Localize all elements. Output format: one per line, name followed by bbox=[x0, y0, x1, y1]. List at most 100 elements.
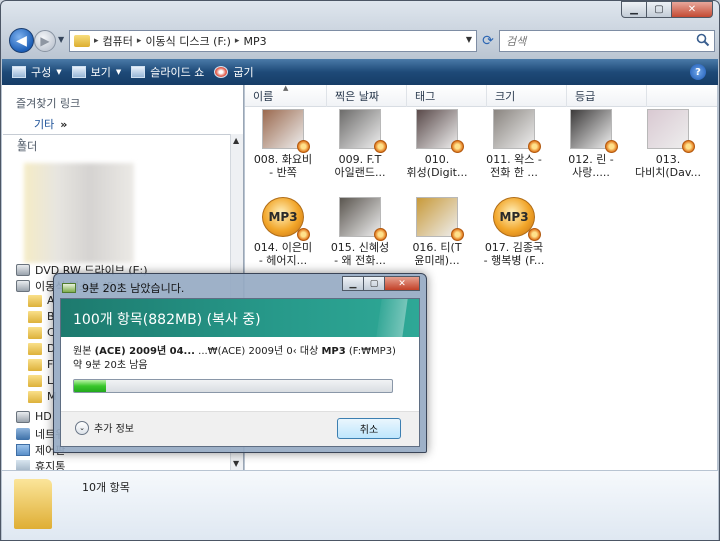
command-bar: 구성 ▼ 보기 ▼ 슬라이드 쇼 굽기 ? bbox=[2, 59, 718, 85]
dvd-drive-icon bbox=[16, 264, 30, 276]
forward-button[interactable]: ▶ bbox=[34, 30, 56, 52]
file-thumbnail bbox=[416, 197, 464, 241]
more-info-toggle[interactable]: ⌄ 추가 정보 bbox=[75, 420, 134, 435]
tree-item-folder[interactable]: F bbox=[28, 358, 53, 371]
window-caption-buttons: ▁ ▢ ✕ bbox=[621, 1, 713, 18]
copy-progress-bar bbox=[73, 379, 393, 393]
breadcrumb-mp3[interactable]: MP3 bbox=[243, 35, 266, 48]
column-header-label: 태그 bbox=[415, 90, 436, 103]
file-item[interactable]: 015. 신혜성 - 왜 전화... bbox=[322, 197, 398, 267]
refresh-button[interactable]: ⟳ bbox=[479, 30, 497, 52]
dialog-maximize-button[interactable]: ▢ bbox=[363, 276, 385, 291]
column-header-date-taken[interactable]: 찍은 날짜 bbox=[327, 85, 407, 107]
minimize-button[interactable]: ▁ bbox=[621, 1, 647, 18]
media-player-badge-icon bbox=[605, 140, 618, 153]
close-button[interactable]: ✕ bbox=[671, 1, 713, 18]
copy-details: 원본 (ACE) 2009년 04... ...₩(ACE) 2009년 0‹ … bbox=[73, 345, 413, 373]
address-dropdown[interactable]: ▼ bbox=[466, 35, 472, 44]
favorite-links-title: 즐겨찾기 링크 bbox=[16, 97, 81, 110]
media-player-badge-icon bbox=[374, 140, 387, 153]
file-item[interactable]: 010. 휘성(Digit... bbox=[399, 109, 475, 179]
file-name-line: 010. bbox=[424, 153, 450, 166]
favorites-more-label: 기타 bbox=[34, 118, 55, 131]
file-name-line: 014. 이은미 bbox=[253, 241, 313, 254]
folder-icon bbox=[28, 358, 42, 371]
details-pane: 10개 항목 bbox=[2, 470, 718, 540]
folders-header[interactable]: 폴더 ⌃ bbox=[3, 134, 243, 156]
favorites-more-link[interactable]: 기타 » bbox=[34, 116, 67, 132]
column-header-label: 등급 bbox=[575, 90, 596, 103]
copy-path: ...₩(ACE) 2009년 0‹ 대상 bbox=[198, 346, 319, 357]
folder-icon bbox=[14, 479, 52, 529]
breadcrumb-separator[interactable]: ▸ bbox=[235, 36, 240, 46]
back-button[interactable]: ◀ bbox=[9, 28, 34, 53]
dialog-header: 100개 항목(882MB) (복사 중) bbox=[61, 299, 419, 337]
tree-item-drive[interactable]: HD bbox=[16, 410, 52, 423]
file-thumbnail bbox=[339, 197, 387, 241]
breadcrumb-separator[interactable]: ▸ bbox=[94, 36, 99, 46]
cancel-button[interactable]: 취소 bbox=[337, 418, 401, 439]
file-item[interactable]: MP3 014. 이은미 - 헤어지... bbox=[245, 197, 321, 267]
slideshow-button[interactable]: 슬라이드 쇼 bbox=[131, 64, 204, 80]
time-remaining: 약 9분 20초 남음 bbox=[73, 360, 148, 371]
source-value: (ACE) 2009년 04... bbox=[94, 346, 195, 357]
file-name-line: 017. 김종국 bbox=[484, 241, 544, 254]
destination-label: MP3 bbox=[321, 346, 346, 357]
burn-button[interactable]: 굽기 bbox=[214, 64, 254, 80]
scroll-up-icon[interactable]: ▲ bbox=[233, 136, 239, 145]
arrow-right-icon: ▶ bbox=[40, 34, 50, 48]
search-input[interactable] bbox=[500, 31, 680, 51]
column-header-tags[interactable]: 태그 bbox=[407, 85, 487, 107]
breadcrumb-computer[interactable]: 컴퓨터 bbox=[103, 33, 133, 49]
file-thumbnail: MP3 bbox=[262, 197, 310, 241]
media-player-badge-icon bbox=[451, 140, 464, 153]
folder-icon bbox=[28, 390, 42, 403]
recycle-bin-icon bbox=[16, 460, 30, 470]
scroll-down-icon[interactable]: ▼ bbox=[233, 459, 239, 468]
burn-icon bbox=[214, 66, 229, 78]
file-item[interactable]: MP3 017. 김종국 - 행복병 (F... bbox=[476, 197, 552, 267]
file-item[interactable]: 013. 다비치(Dav... bbox=[630, 109, 706, 179]
tree-item-recycle-bin[interactable]: 휴지통 bbox=[16, 458, 65, 470]
address-bar[interactable]: ▸ 컴퓨터 ▸ 이동식 디스크 (F:) ▸ MP3 ▼ bbox=[69, 30, 477, 52]
column-header-name[interactable]: ▲ 이름 bbox=[245, 84, 327, 107]
tree-item-folder[interactable]: L bbox=[28, 374, 53, 387]
sort-ascending-icon: ▲ bbox=[283, 84, 289, 92]
tree-item-folder[interactable]: C bbox=[28, 326, 55, 339]
search-box[interactable] bbox=[499, 30, 715, 52]
file-name-line: 009. F.T bbox=[338, 153, 382, 166]
recent-pages-dropdown[interactable]: ▼ bbox=[58, 35, 64, 44]
maximize-button[interactable]: ▢ bbox=[646, 1, 672, 18]
tree-item-folder[interactable]: B bbox=[28, 310, 55, 323]
file-name-line: 아일랜드... bbox=[334, 166, 386, 179]
dialog-close-button[interactable]: ✕ bbox=[384, 276, 420, 291]
removable-disk-icon bbox=[16, 280, 30, 292]
file-name-line: - 헤어지... bbox=[258, 254, 308, 267]
search-icon[interactable] bbox=[696, 33, 710, 47]
explorer-window: ▁ ▢ ✕ ◀ ▶ ▼ ▸ 컴퓨터 ▸ 이동식 디스크 (F:) ▸ MP3 ▼… bbox=[0, 0, 720, 541]
file-item[interactable]: 011. 왁스 - 전화 한 ... bbox=[476, 109, 552, 179]
dialog-minimize-button[interactable]: ▁ bbox=[342, 276, 364, 291]
views-button[interactable]: 보기 ▼ bbox=[71, 64, 121, 80]
file-item[interactable]: 009. F.T 아일랜드... bbox=[322, 109, 398, 179]
help-button[interactable]: ? bbox=[690, 64, 706, 80]
copy-progress-dialog: 9분 20초 남았습니다. ▁ ▢ ✕ 100개 항목(882MB) (복사 중… bbox=[53, 273, 427, 453]
tree-item-folder[interactable]: A bbox=[28, 294, 55, 307]
tree-item-folder[interactable]: D bbox=[28, 342, 55, 355]
folder-icon bbox=[28, 326, 42, 339]
column-header-label: 크기 bbox=[495, 90, 516, 103]
blurred-tree-items bbox=[24, 163, 134, 263]
breadcrumb-separator[interactable]: ▸ bbox=[137, 36, 142, 46]
column-header-size[interactable]: 크기 bbox=[487, 85, 567, 107]
file-item[interactable]: 016. 티(T 윤미래)... bbox=[399, 197, 475, 267]
organize-button[interactable]: 구성 ▼ bbox=[12, 64, 62, 80]
column-header-rating[interactable]: 등급 bbox=[567, 85, 647, 107]
file-item[interactable]: 008. 화요비 - 반쪽 bbox=[245, 109, 321, 179]
organize-icon bbox=[12, 66, 26, 78]
column-header-label: 찍은 날짜 bbox=[335, 90, 379, 103]
file-thumbnail bbox=[416, 109, 464, 153]
item-count: 10개 항목 bbox=[82, 481, 130, 494]
breadcrumb-removable-disk[interactable]: 이동식 디스크 (F:) bbox=[145, 33, 230, 49]
folder-icon bbox=[28, 374, 42, 387]
file-item[interactable]: 012. 린 - 사랑..... bbox=[553, 109, 629, 179]
